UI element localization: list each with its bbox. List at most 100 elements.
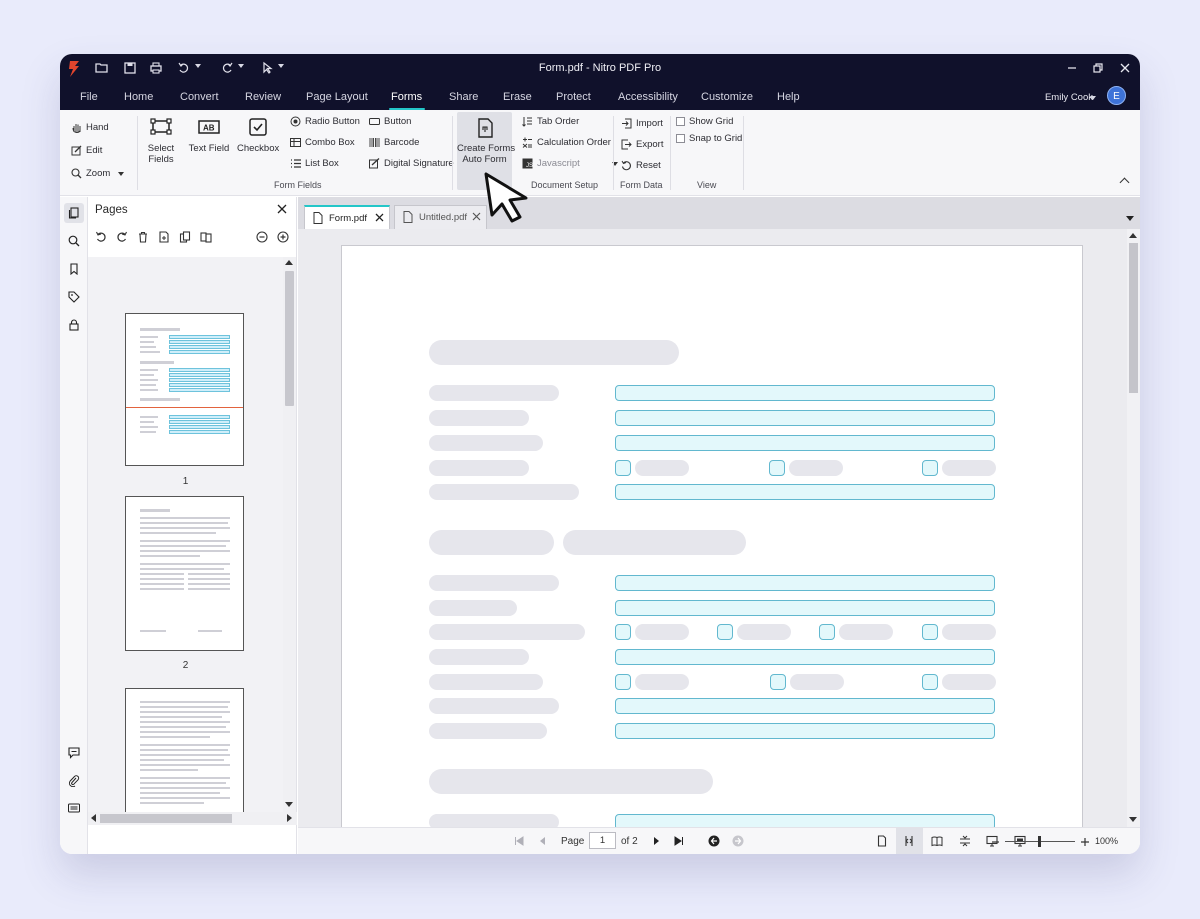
collapse-ribbon-icon[interactable] (1119, 177, 1130, 188)
scroll-down-icon[interactable] (1129, 817, 1137, 822)
menu-review[interactable]: Review (245, 91, 281, 103)
user-name[interactable]: Emily Cook (1045, 92, 1093, 103)
menu-page-layout[interactable]: Page Layout (306, 91, 368, 103)
document-vertical-scrollbar[interactable] (1127, 229, 1140, 827)
show-grid-checkbox[interactable]: Show Grid (676, 116, 733, 127)
scrollbar-thumb[interactable] (285, 271, 294, 406)
menu-protect[interactable]: Protect (556, 91, 591, 103)
rotate-right-icon[interactable] (116, 231, 128, 243)
text-field-button[interactable]: AB Text Field (188, 116, 230, 154)
menu-accessibility[interactable]: Accessibility (618, 91, 678, 103)
checkbox-button[interactable]: Checkbox (237, 116, 279, 154)
javascript-dropdown[interactable]: JS Javascript (522, 158, 618, 169)
list-box-button[interactable]: List Box (290, 158, 339, 169)
close-pages-panel-icon[interactable] (277, 204, 287, 214)
menu-help[interactable]: Help (777, 91, 800, 103)
zoom-tool-button[interactable]: Zoom (71, 168, 125, 179)
menu-file[interactable]: File (80, 91, 98, 103)
fit-width-view-button[interactable] (896, 828, 923, 854)
menu-share[interactable]: Share (449, 91, 478, 103)
comments-panel-button[interactable] (64, 743, 84, 763)
form-checkbox[interactable] (922, 674, 938, 690)
menu-home[interactable]: Home (124, 91, 153, 103)
scrollbar-thumb[interactable] (100, 814, 232, 823)
combo-box-button[interactable]: Combo Box (290, 137, 355, 148)
navigate-back-icon[interactable] (708, 835, 720, 847)
export-button[interactable]: Export (621, 139, 663, 150)
zoom-slider-handle[interactable] (1038, 836, 1041, 847)
restore-icon[interactable] (1090, 60, 1106, 76)
menu-customize[interactable]: Customize (701, 91, 753, 103)
scroll-down-icon[interactable] (285, 802, 293, 807)
delete-page-icon[interactable] (137, 231, 149, 243)
previous-page-icon[interactable] (538, 836, 548, 846)
zoom-out-thumbnails-icon[interactable] (256, 231, 268, 243)
pdf-page[interactable] (341, 245, 1083, 827)
zoom-in-thumbnails-icon[interactable] (277, 231, 289, 243)
last-page-icon[interactable] (674, 836, 684, 846)
avatar[interactable]: E (1107, 86, 1126, 105)
form-text-field[interactable] (615, 484, 995, 500)
form-text-field[interactable] (615, 814, 995, 827)
zoom-in-icon[interactable] (1080, 837, 1090, 847)
form-text-field[interactable] (615, 410, 995, 426)
form-checkbox[interactable] (922, 460, 938, 476)
search-panel-button[interactable] (64, 231, 84, 251)
close-window-icon[interactable] (1117, 60, 1133, 76)
replace-page-icon[interactable] (200, 231, 212, 243)
menu-convert[interactable]: Convert (180, 91, 219, 103)
form-text-field[interactable] (615, 698, 995, 714)
form-text-field[interactable] (615, 649, 995, 665)
form-checkbox[interactable] (615, 674, 631, 690)
current-page-input[interactable]: 1 (589, 832, 616, 849)
barcode-button[interactable]: Barcode (369, 137, 419, 148)
select-fields-button[interactable]: Select Fields (142, 116, 180, 165)
snap-to-grid-check[interactable] (676, 134, 685, 143)
create-forms-auto-form-button[interactable]: Create Forms Auto Form (457, 118, 515, 165)
close-tab-icon[interactable] (375, 213, 384, 222)
two-page-view-button[interactable] (924, 828, 951, 854)
show-grid-check[interactable] (676, 117, 685, 126)
menu-erase[interactable]: Erase (503, 91, 532, 103)
tab-untitled-pdf[interactable]: Untitled.pdf (394, 205, 487, 229)
thumbnails-horizontal-scrollbar[interactable] (88, 812, 297, 825)
reset-button[interactable]: Reset (621, 160, 661, 171)
form-checkbox[interactable] (922, 624, 938, 640)
scrollbar-thumb[interactable] (1129, 243, 1138, 393)
document-canvas[interactable] (298, 229, 1127, 827)
form-checkbox[interactable] (770, 674, 786, 690)
calculation-order-button[interactable]: Calculation Order (522, 137, 611, 148)
zoom-out-icon[interactable] (991, 837, 1001, 847)
scroll-left-icon[interactable] (91, 814, 96, 822)
pages-panel-button[interactable] (64, 203, 84, 223)
snap-to-grid-checkbox[interactable]: Snap to Grid (676, 133, 742, 144)
zoom-dropdown-icon[interactable] (118, 171, 125, 176)
scroll-up-icon[interactable] (285, 260, 293, 265)
first-page-icon[interactable] (514, 836, 524, 846)
page-thumbnail-3[interactable] (125, 688, 244, 812)
navigate-forward-icon[interactable] (732, 835, 744, 847)
tab-form-pdf[interactable]: Form.pdf (304, 205, 390, 229)
rotate-left-icon[interactable] (95, 231, 107, 243)
security-panel-button[interactable] (64, 315, 84, 335)
page-thumbnail-1[interactable] (125, 313, 244, 466)
tags-panel-button[interactable] (64, 287, 84, 307)
minimize-icon[interactable] (1064, 60, 1080, 76)
bookmarks-panel-button[interactable] (64, 259, 84, 279)
form-checkbox[interactable] (615, 624, 631, 640)
single-page-view-button[interactable] (869, 828, 896, 854)
import-button[interactable]: Import (621, 118, 663, 129)
form-checkbox[interactable] (769, 460, 785, 476)
form-text-field[interactable] (615, 385, 995, 401)
next-page-icon[interactable] (651, 836, 661, 846)
tabs-overflow-dropdown-icon[interactable] (1126, 216, 1134, 221)
form-checkbox[interactable] (819, 624, 835, 640)
fields-panel-button[interactable] (64, 798, 84, 818)
hand-tool-button[interactable]: Hand (71, 122, 109, 133)
form-checkbox[interactable] (717, 624, 733, 640)
form-text-field[interactable] (615, 575, 995, 591)
insert-page-icon[interactable] (158, 231, 170, 243)
extract-page-icon[interactable] (179, 231, 191, 243)
edit-tool-button[interactable]: Edit (71, 145, 102, 156)
page-thumbnail-2[interactable] (125, 496, 244, 651)
